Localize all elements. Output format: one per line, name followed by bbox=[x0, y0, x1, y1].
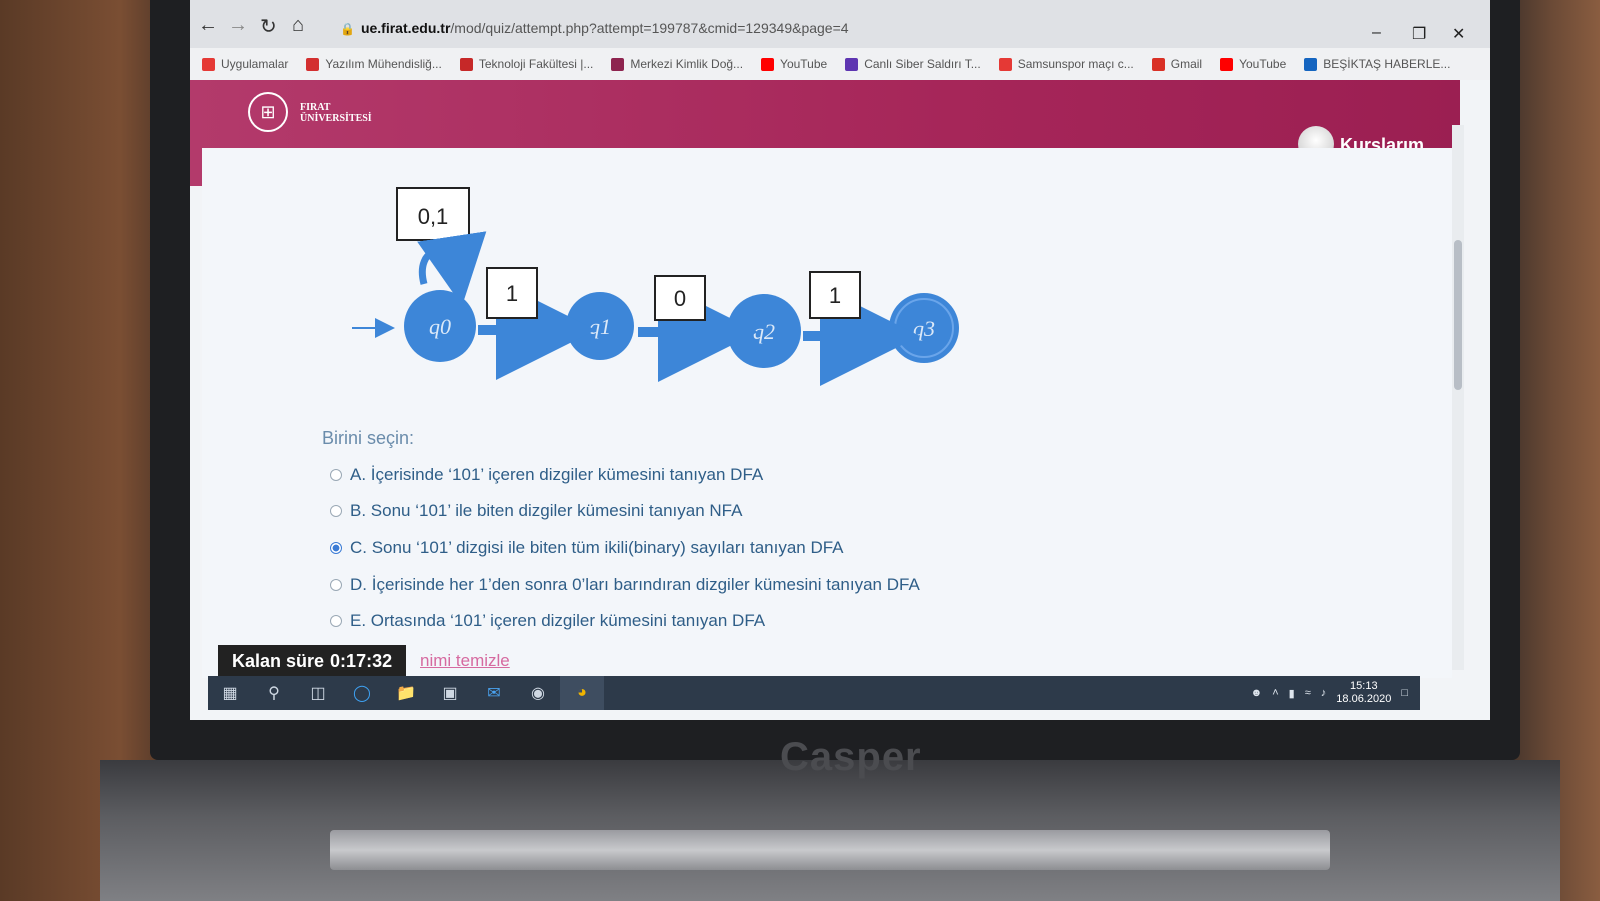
bookmark-item[interactable]: Gmail bbox=[1151, 57, 1202, 71]
screen: ← → ↻ ⌂ 🔒 ue.firat.edu.tr/mod/quiz/attemp… bbox=[190, 0, 1490, 720]
bookmark-label[interactable]: Yazılım Mühendisliğ... bbox=[325, 57, 442, 71]
option-b[interactable]: B. Sonu ‘101’ ile biten dizgiler kümesin… bbox=[330, 501, 742, 521]
bookmark-label[interactable]: Gmail bbox=[1171, 57, 1202, 71]
mail-icon[interactable]: ✉ bbox=[472, 676, 516, 710]
close-icon[interactable]: ✕ bbox=[1452, 24, 1465, 44]
option-d[interactable]: D. İçerisinde her 1’den sonra 0’ları bar… bbox=[330, 575, 920, 595]
windows-start-icon[interactable]: ▦ bbox=[208, 676, 252, 710]
option-a-radio[interactable] bbox=[330, 469, 342, 481]
state-q3-label: q3 bbox=[913, 316, 935, 341]
option-c[interactable]: C. Sonu ‘101’ dizgisi ile biten tüm ikil… bbox=[330, 538, 844, 558]
option-e-radio[interactable] bbox=[330, 615, 342, 627]
restore-icon[interactable]: ❐ bbox=[1412, 24, 1426, 44]
bookmark-icon bbox=[202, 57, 215, 71]
option-e[interactable]: E. Ortasında ‘101’ içeren dizgiler kümes… bbox=[330, 611, 765, 631]
bookmark-label[interactable]: YouTube bbox=[780, 57, 827, 71]
volume-icon[interactable]: ♪ bbox=[1321, 687, 1327, 699]
bookmark-icon bbox=[761, 57, 775, 71]
url-path: /mod/quiz/attempt.php?attempt=199787&cmi… bbox=[450, 20, 849, 36]
people-icon[interactable]: ☻ bbox=[1251, 687, 1263, 699]
bookmarks-bar: Uygulamalar Yazılım Mühendisliğ... Teknolo… bbox=[190, 48, 1490, 80]
timer-label: Kalan süre bbox=[232, 650, 325, 671]
laptop-hinge bbox=[330, 830, 1330, 870]
question-prompt: Birini seçin: bbox=[322, 428, 415, 448]
minimize-icon[interactable]: – bbox=[1372, 24, 1381, 42]
chrome-icon[interactable]: ◕ bbox=[560, 676, 604, 710]
home-icon[interactable]: ⌂ bbox=[292, 14, 304, 37]
bookmark-icon bbox=[1151, 57, 1165, 71]
store-icon[interactable]: ▣ bbox=[428, 676, 472, 710]
state-q1-label: q1 bbox=[589, 314, 611, 339]
state-q2-label: q2 bbox=[753, 319, 775, 344]
discord-icon[interactable]: ◉ bbox=[516, 676, 560, 710]
address-bar[interactable]: 🔒 ue.firat.edu.tr/mod/quiz/attempt.php?at… bbox=[340, 20, 849, 36]
option-b-radio[interactable] bbox=[330, 505, 342, 517]
file-explorer-icon[interactable]: 📁 bbox=[384, 676, 428, 710]
bookmark-label[interactable]: YouTube bbox=[1239, 57, 1286, 71]
bookmark-label[interactable]: BEŞİKTAŞ HABERLE... bbox=[1323, 57, 1450, 71]
option-c-label[interactable]: C. Sonu ‘101’ dizgisi ile biten tüm ikil… bbox=[350, 538, 844, 558]
clock[interactable]: 15:13 18.06.2020 bbox=[1336, 680, 1391, 706]
bookmark-icon bbox=[845, 57, 859, 71]
notification-icon[interactable]: □ bbox=[1401, 687, 1408, 699]
bookmark-label[interactable]: Samsunspor maçı c... bbox=[1018, 57, 1134, 71]
page-scrollbar[interactable] bbox=[1452, 125, 1464, 670]
university-logo-icon[interactable]: ⊞ bbox=[248, 92, 288, 132]
option-a-label[interactable]: A. İçerisinde ‘101’ içeren dizgiler küme… bbox=[350, 465, 763, 485]
bookmark-icon bbox=[1220, 57, 1234, 71]
option-e-label[interactable]: E. Ortasında ‘101’ içeren dizgiler kümes… bbox=[350, 611, 765, 631]
option-d-radio[interactable] bbox=[330, 579, 342, 591]
bookmark-item[interactable]: Merkezi Kimlik Doğ... bbox=[611, 57, 743, 71]
chevron-up-icon[interactable]: ˄ bbox=[1272, 687, 1278, 699]
search-icon[interactable]: ⚲ bbox=[252, 676, 296, 710]
bookmark-icon bbox=[306, 57, 320, 71]
bookmark-label[interactable]: Uygulamalar bbox=[221, 57, 288, 71]
dfa-diagram: 0,1 q0 q1 q2 q3 1 0 1 bbox=[352, 187, 959, 386]
bookmark-item[interactable]: BEŞİKTAŞ HABERLE... bbox=[1304, 57, 1450, 71]
bookmark-item[interactable]: Canlı Siber Saldırı T... bbox=[845, 57, 981, 71]
option-a[interactable]: A. İçerisinde ‘101’ içeren dizgiler küme… bbox=[330, 465, 763, 485]
windows-taskbar: ▦ ⚲ ◫ ◯ 📁 ▣ ✉ ◉ ◕ ☻ ˄ ▮ ≈ ♪ 15:13 18.06.… bbox=[208, 676, 1420, 710]
bookmark-item[interactable]: YouTube bbox=[761, 57, 827, 71]
task-view-icon[interactable]: ◫ bbox=[296, 676, 340, 710]
option-c-radio[interactable] bbox=[330, 542, 342, 554]
back-icon[interactable]: ← bbox=[198, 14, 218, 37]
state-q0-label: q0 bbox=[429, 314, 451, 339]
transition-label-3: 1 bbox=[829, 283, 841, 308]
logo-text: FIRAT ÜNİVERSİTESİ bbox=[300, 102, 372, 124]
battery-icon[interactable]: ▮ bbox=[1289, 687, 1295, 700]
quiz-content: 0,1 q0 q1 q2 q3 1 0 1 Birini seçin: A. İ… bbox=[202, 148, 1452, 678]
bookmark-label[interactable]: Canlı Siber Saldırı T... bbox=[864, 57, 981, 71]
bookmark-item[interactable]: Samsunspor maçı c... bbox=[998, 57, 1134, 71]
bookmark-item[interactable]: Teknoloji Fakültesi |... bbox=[459, 57, 594, 71]
transition-label-2: 0 bbox=[674, 286, 686, 311]
option-b-label[interactable]: B. Sonu ‘101’ ile biten dizgiler kümesin… bbox=[350, 501, 742, 521]
self-loop-label: 0,1 bbox=[418, 204, 449, 229]
wifi-icon[interactable]: ≈ bbox=[1305, 687, 1311, 699]
self-loop-arrow bbox=[417, 231, 487, 306]
clear-choice-link[interactable]: nimi temizle bbox=[420, 651, 510, 671]
forward-icon[interactable]: → bbox=[228, 14, 248, 37]
bookmark-icon bbox=[998, 57, 1012, 71]
browser-toolbar: ← → ↻ ⌂ 🔒 ue.firat.edu.tr/mod/quiz/attemp… bbox=[190, 0, 1490, 48]
bookmark-icon bbox=[459, 57, 473, 71]
bookmark-item[interactable]: Yazılım Mühendisliğ... bbox=[306, 57, 442, 71]
lock-icon: 🔒 bbox=[340, 22, 355, 36]
bookmark-icon bbox=[1304, 57, 1318, 71]
edge-browser-icon[interactable]: ◯ bbox=[340, 676, 384, 710]
url-host: ue.firat.edu.tr bbox=[360, 20, 451, 36]
bookmark-label[interactable]: Merkezi Kimlik Doğ... bbox=[630, 57, 743, 71]
bookmark-item[interactable]: YouTube bbox=[1220, 57, 1286, 71]
reload-icon[interactable]: ↻ bbox=[260, 14, 277, 39]
scrollbar-thumb[interactable] bbox=[1454, 240, 1462, 390]
bookmark-label[interactable]: Teknoloji Fakültesi |... bbox=[479, 57, 594, 71]
bookmark-icon bbox=[611, 57, 625, 71]
timer-value: 0:17:32 bbox=[330, 650, 393, 671]
time-remaining: Kalan süre 0:17:32 bbox=[218, 645, 407, 677]
laptop-brand: Casper bbox=[780, 735, 922, 779]
option-d-label[interactable]: D. İçerisinde her 1’den sonra 0’ları bar… bbox=[350, 575, 920, 595]
system-tray: ☻ ˄ ▮ ≈ ♪ 15:13 18.06.2020 □ bbox=[1251, 680, 1408, 706]
bookmark-item[interactable]: Uygulamalar bbox=[202, 57, 288, 71]
transition-label-1: 1 bbox=[506, 281, 518, 306]
